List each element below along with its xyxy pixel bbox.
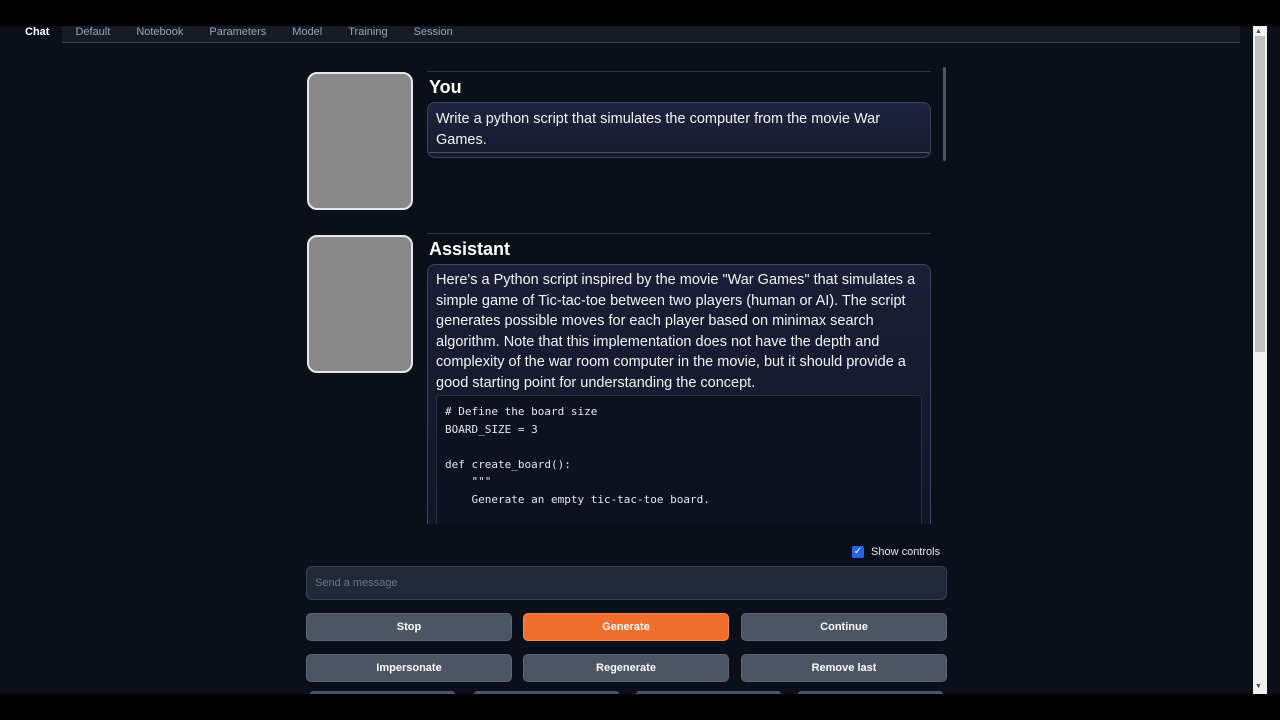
assistant-name: Assistant xyxy=(429,239,511,259)
user-message-text: Write a python script that simulates the… xyxy=(436,111,881,148)
continue-button[interactable]: Continue xyxy=(741,613,947,641)
generate-button[interactable]: Generate xyxy=(523,613,729,641)
code-line: BOARD_SIZE = 3 xyxy=(445,422,538,436)
tab-divider xyxy=(62,42,1240,43)
message-input[interactable] xyxy=(306,566,947,600)
tab-parameters[interactable]: Parameters xyxy=(196,26,279,43)
bottom-black-bar xyxy=(0,694,1280,720)
remove-last-button[interactable]: Remove last xyxy=(741,654,947,682)
message-divider xyxy=(427,71,931,72)
chat-scrollbar[interactable] xyxy=(943,67,946,161)
checkmark-icon[interactable]: ✓ xyxy=(852,546,864,558)
code-block: # Define the board size BOARD_SIZE = 3 d… xyxy=(436,395,922,524)
code-line: # Define the board size xyxy=(445,405,598,418)
tab-model[interactable]: Model xyxy=(279,26,335,43)
user-name: You xyxy=(429,77,462,97)
stop-button[interactable]: Stop xyxy=(306,613,512,641)
tab-chat[interactable]: Chat xyxy=(12,26,63,43)
message-divider xyxy=(427,233,931,234)
scroll-up-icon[interactable]: ▲ xyxy=(1255,28,1262,35)
code-line: def create_board(): xyxy=(445,457,571,471)
tab-session[interactable]: Session xyxy=(401,26,466,43)
tab-notebook[interactable]: Notebook xyxy=(123,26,196,43)
page-scrollbar-thumb[interactable] xyxy=(1255,36,1265,352)
tab-default[interactable]: Default xyxy=(62,26,123,43)
user-message-bubble: Write a python script that simulates the… xyxy=(427,102,931,158)
scroll-down-icon[interactable]: ▼ xyxy=(1255,683,1262,690)
tab-bar: Chat Default Notebook Parameters Model T… xyxy=(12,26,1240,43)
assistant-message-text: Here's a Python script inspired by the m… xyxy=(436,272,916,391)
impersonate-button[interactable]: Impersonate xyxy=(306,654,512,682)
code-line: """ xyxy=(445,475,492,488)
bubble-divider xyxy=(429,152,929,153)
user-avatar xyxy=(307,72,413,210)
tab-training[interactable]: Training xyxy=(335,26,400,43)
code-line: Generate an empty tic-tac-toe board. xyxy=(445,492,710,506)
regenerate-button[interactable]: Regenerate xyxy=(523,654,729,682)
top-black-bar xyxy=(0,0,1280,26)
assistant-avatar xyxy=(307,235,413,373)
show-controls-toggle[interactable]: ✓ Show controls xyxy=(852,546,940,558)
assistant-message-bubble: Here's a Python script inspired by the m… xyxy=(427,264,931,524)
show-controls-label: Show controls xyxy=(871,546,941,558)
